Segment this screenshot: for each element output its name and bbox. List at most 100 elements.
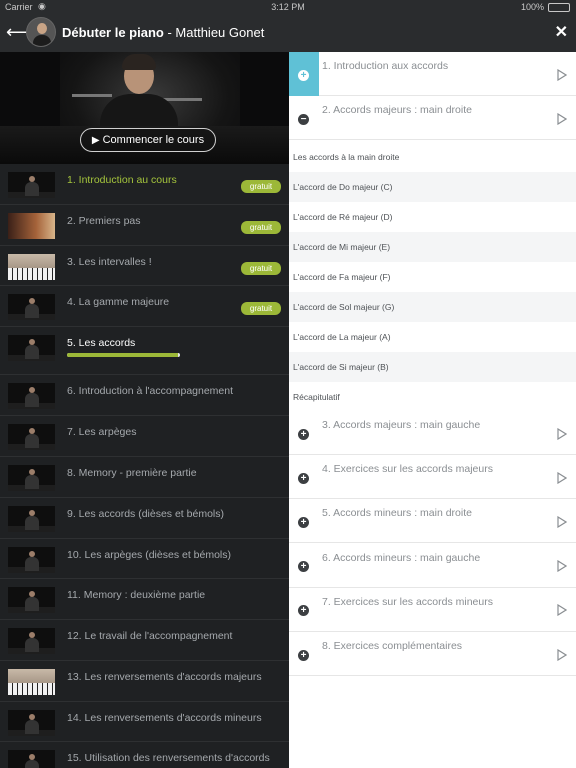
expand-plus-icon[interactable]: + (298, 69, 309, 81)
chapter-title: 8. Exercices complémentaires (322, 640, 463, 652)
lesson-title: 10. Les arpèges (dièses et bémols) (67, 549, 232, 561)
lesson-row[interactable]: 11. Memory : deuxième partie (0, 579, 289, 620)
lesson-thumbnail (8, 294, 55, 320)
lesson-title: 14. Les renversements d'accords mineurs (67, 712, 262, 724)
chapter-row[interactable]: +1. Introduction aux accords (289, 52, 576, 97)
play-triangle-icon[interactable] (557, 648, 567, 661)
lesson-thumbnail (8, 710, 55, 736)
battery-percent: 100% (520, 2, 544, 12)
lesson-row[interactable]: 4. La gamme majeure gratuit (0, 286, 289, 327)
start-course-label: Commencer le cours (102, 134, 205, 146)
lesson-thumbnail (8, 669, 55, 695)
subchapter-row[interactable]: L'accord de La majeur (A) (289, 322, 576, 352)
expand-plus-icon[interactable]: + (298, 428, 309, 440)
chapter-title: 4. Exercices sur les accords majeurs (322, 463, 493, 476)
subchapter-title: L'accord de Do majeur (C) (293, 182, 393, 192)
start-course-button[interactable]: ▶ Commencer le cours (80, 128, 216, 152)
lesson-title: 3. Les intervalles ! (67, 256, 152, 268)
chapter-row[interactable]: +4. Exercices sur les accords majeurs (289, 455, 576, 500)
chapter-title: 2. Accords majeurs : main droite (322, 104, 472, 116)
play-triangle-icon[interactable] (557, 515, 567, 528)
back-arrow-icon[interactable]: ⟵ (6, 21, 32, 43)
lesson-thumbnail (8, 172, 55, 198)
chapter-row[interactable]: +8. Exercices complémentaires (289, 632, 576, 676)
lesson-title: 8. Memory - première partie (67, 467, 197, 479)
course-title: Débuter le piano (62, 25, 164, 40)
expand-plus-icon[interactable]: + (298, 605, 309, 617)
play-triangle-icon[interactable] (557, 560, 567, 573)
lesson-row[interactable]: 8. Memory - première partie (0, 457, 289, 498)
close-icon[interactable]: ✕ (555, 24, 568, 42)
lesson-title: 11. Memory : deuxième partie (67, 589, 206, 601)
lesson-row[interactable]: 6. Introduction à l'accompagnement (0, 375, 289, 416)
subchapter-title: L'accord de La majeur (A) (293, 332, 391, 342)
lesson-row[interactable]: 12. Le travail de l'accompagnement (0, 620, 289, 661)
chapter-title: 3. Accords majeurs : main gauche (322, 419, 481, 431)
free-badge: gratuit (241, 221, 281, 234)
lesson-row[interactable]: 5. Les accords (0, 327, 289, 375)
lesson-title: 5. Les accords (67, 337, 136, 349)
subchapter-row[interactable]: Les accords à la main droite (289, 142, 576, 172)
subchapter-title: L'accord de Ré majeur (D) (293, 212, 393, 222)
collapse-minus-icon[interactable]: − (298, 113, 309, 125)
expand-plus-icon[interactable]: + (298, 472, 309, 484)
chapter-row[interactable]: − 2. Accords majeurs : main droite (289, 96, 576, 140)
play-triangle-icon[interactable] (557, 604, 567, 617)
subchapter-title: L'accord de Fa majeur (F) (293, 272, 391, 282)
lesson-thumbnail (8, 424, 55, 450)
subchapter-row[interactable]: L'accord de Fa majeur (F) (289, 262, 576, 292)
lesson-row[interactable]: 15. Utilisation des renversements d'acco… (0, 742, 289, 768)
lesson-title: 6. Introduction à l'accompagnement (67, 385, 234, 397)
lesson-thumbnail (8, 254, 55, 280)
lesson-thumbnail (8, 628, 55, 654)
subchapter-row[interactable]: L'accord de Sol majeur (G) (289, 292, 576, 322)
play-triangle-icon[interactable] (557, 68, 567, 81)
lesson-row[interactable]: 3. Les intervalles ! gratuit (0, 246, 289, 286)
free-badge: gratuit (241, 302, 281, 315)
chapter-row[interactable]: +6. Accords mineurs : main gauche (289, 543, 576, 588)
chapter-row[interactable]: +7. Exercices sur les accords mineurs (289, 587, 576, 632)
expand-plus-icon[interactable]: + (298, 649, 309, 661)
title-separator: - (163, 25, 176, 40)
instructor-name: Matthieu Gonet (175, 25, 265, 40)
lesson-row[interactable]: 10. Les arpèges (dièses et bémols) (0, 539, 289, 579)
lesson-row[interactable]: 7. Les arpèges (0, 416, 289, 457)
subchapter-row[interactable]: L'accord de Mi majeur (E) (289, 232, 576, 262)
lesson-row[interactable]: 1. Introduction au cours gratuit (0, 164, 289, 205)
lesson-thumbnail (8, 506, 55, 532)
expand-plus-icon[interactable]: + (298, 516, 309, 528)
subchapter-title: L'accord de Si majeur (B) (293, 362, 389, 372)
subchapter-row[interactable]: Récapitulatif (289, 382, 576, 412)
expand-plus-icon[interactable]: + (298, 561, 309, 573)
lesson-row[interactable]: 13. Les renversements d'accords majeurs (0, 661, 289, 702)
clock: 3:12 PM (271, 2, 305, 12)
lesson-title: 13. Les renversements d'accords majeurs (67, 671, 262, 683)
lesson-title: 1. Introduction au cours (67, 174, 177, 186)
play-triangle-icon[interactable] (557, 471, 567, 484)
lesson-title: 15. Utilisation des renversements d'acco… (67, 752, 270, 764)
play-triangle-icon[interactable] (557, 427, 567, 440)
chapter-row[interactable]: +3. Accords majeurs : main gauche (289, 411, 576, 455)
battery-icon (548, 3, 570, 12)
instructor-avatar (26, 17, 56, 47)
chapter-title: 5. Accords mineurs : main droite (322, 507, 472, 520)
free-badge: gratuit (241, 180, 281, 193)
subchapter-title: L'accord de Sol majeur (G) (293, 302, 395, 312)
lesson-thumbnail (8, 335, 55, 361)
lesson-sidebar: ▶ Commencer le cours 1. Introduction au c… (0, 52, 289, 768)
lesson-row[interactable]: 14. Les renversements d'accords mineurs (0, 702, 289, 742)
status-bar: Carrier ◉ 3:12 PM 100% (0, 0, 576, 14)
subchapter-row[interactable]: L'accord de Si majeur (B) (289, 352, 576, 382)
chapter-title: 1. Introduction aux accords (322, 60, 449, 72)
chapter-panel: +1. Introduction aux accords − 2. Accords … (289, 52, 576, 768)
play-icon: ▶ (91, 135, 100, 146)
subchapter-title: L'accord de Mi majeur (E) (293, 242, 391, 252)
play-triangle-icon[interactable] (557, 112, 567, 125)
chapter-row[interactable]: +5. Accords mineurs : main droite (289, 499, 576, 544)
subchapter-row[interactable]: L'accord de Ré majeur (D) (289, 202, 576, 232)
lesson-row[interactable]: 9. Les accords (dièses et bémols) (0, 498, 289, 539)
lesson-row[interactable]: 2. Premiers pas gratuit (0, 205, 289, 246)
subchapter-row[interactable]: L'accord de Do majeur (C) (289, 172, 576, 202)
chapter-title: 7. Exercices sur les accords mineurs (322, 595, 493, 608)
subchapter-title: Les accords à la main droite (293, 152, 400, 162)
